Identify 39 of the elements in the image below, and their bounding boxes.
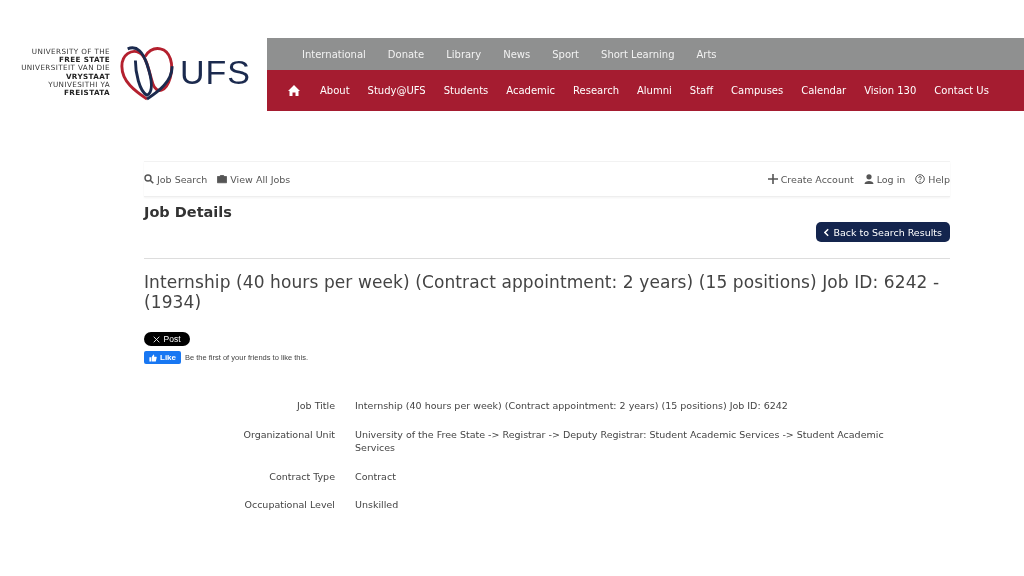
main-nav-link[interactable]: About — [320, 85, 350, 96]
detail-label: Occupational Level — [243, 498, 335, 512]
briefcase-icon — [217, 174, 228, 184]
main-nav-link[interactable]: Contact Us — [934, 85, 989, 96]
plus-icon — [767, 174, 778, 184]
help-icon — [915, 174, 926, 184]
main-nav-link[interactable]: Study@UFS — [367, 85, 426, 96]
detail-label: Job Title — [295, 399, 335, 413]
main-nav-link[interactable]: Academic — [506, 85, 556, 96]
search-icon — [144, 174, 154, 184]
thumbs-up-icon — [149, 353, 157, 362]
toolbar-link[interactable]: Log in — [863, 173, 906, 185]
detail-value: Unskilled — [355, 498, 400, 512]
detail-value: Contract — [355, 469, 397, 483]
main-nav-link[interactable]: Staff — [689, 85, 714, 96]
main-nav-link[interactable]: Research — [573, 85, 619, 96]
main-nav-link[interactable]: Calendar — [801, 85, 847, 96]
logo-wordmark: UFS — [180, 53, 251, 92]
home-icon[interactable] — [288, 85, 300, 96]
toolbar-link[interactable]: Create Account — [767, 173, 854, 185]
chevron-left-icon — [824, 227, 830, 237]
main-nav-link[interactable]: Students — [443, 85, 489, 96]
post-button[interactable]: Post — [144, 332, 190, 346]
toolbar-link[interactable]: Help — [915, 173, 950, 185]
main-nav-link[interactable]: Campuses — [731, 85, 784, 96]
detail-label: Organizational Unit — [242, 427, 335, 442]
toolbar-link[interactable]: Job Search — [144, 173, 208, 185]
like-button[interactable]: Like — [144, 351, 181, 364]
page-title: Job Details — [144, 204, 233, 220]
user-icon — [863, 174, 874, 184]
detail-value: Internship (40 hours per week) (Contract appointment: 2 years) (15 positions) Job ID: 6242 — [355, 399, 789, 413]
detail-value: University of the Free State -> Registrar -> Deputy Registrar: Student Academic Services -> Student Academic Services — [355, 427, 885, 455]
x-logo-icon — [153, 335, 161, 343]
toolbar-link[interactable]: View All Jobs — [217, 173, 291, 185]
job-heading: Internship (40 hours per week) (Contract appointment: 2 years) (15 positions) Job ID: 6242 - (1934) — [144, 272, 941, 312]
main-nav-link[interactable]: Alumni — [636, 85, 672, 96]
detail-label: Contract Type — [268, 469, 335, 483]
back-button[interactable]: Back to Search Results — [816, 222, 950, 242]
main-nav-link[interactable]: Vision 130 — [864, 85, 917, 96]
